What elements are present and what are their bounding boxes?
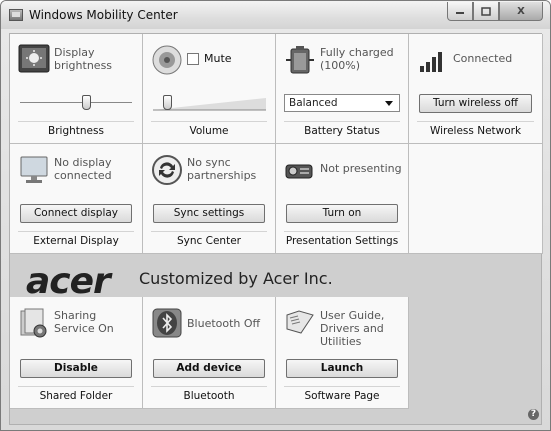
- external-display-status: No display connected: [54, 156, 112, 182]
- shared-folder-status: Sharing Service On: [54, 309, 114, 335]
- tile-sync-center: No sync partnerships Sync settings Sync …: [143, 144, 276, 254]
- wireless-status: Connected: [453, 52, 513, 65]
- close-button[interactable]: X: [499, 2, 543, 21]
- window-title: Windows Mobility Center: [29, 8, 178, 22]
- signal-bars-icon: [417, 44, 449, 76]
- title-bar[interactable]: Windows Mobility Center X: [1, 1, 550, 29]
- presentation-label: Presentation Settings: [284, 231, 400, 247]
- tile-brightness: Display brightness Brightness: [10, 34, 143, 144]
- sync-center-label: Sync Center: [151, 231, 267, 247]
- turn-on-button[interactable]: Turn on: [286, 204, 398, 223]
- sync-status: No sync partnerships: [187, 156, 257, 182]
- brightness-status: Display brightness: [54, 46, 113, 72]
- battery-label: Battery Status: [284, 121, 400, 137]
- sync-settings-button[interactable]: Sync settings: [153, 204, 265, 223]
- software-page-label: Software Page: [284, 386, 400, 402]
- tile-software-page: User Guide, Drivers and Utilities Launch…: [276, 297, 409, 409]
- software-status: User Guide, Drivers and Utilities: [320, 309, 385, 348]
- add-device-button[interactable]: Add device: [153, 359, 265, 378]
- brightness-label: Brightness: [18, 121, 134, 137]
- acer-logo: acer: [26, 261, 111, 302]
- chevron-down-icon: [385, 101, 393, 106]
- brightness-slider-track: [20, 102, 132, 103]
- acer-branding: acer Customized by Acer Inc.: [10, 261, 543, 302]
- volume-slider[interactable]: [153, 94, 266, 112]
- software-book-icon: [284, 307, 316, 339]
- caption-buttons: X: [447, 2, 543, 22]
- tile-external-display: No display connected Connect display Ext…: [10, 144, 143, 254]
- tile-bluetooth: Bluetooth Off Add device Bluetooth: [143, 297, 276, 409]
- turn-wireless-off-button[interactable]: Turn wireless off: [419, 94, 532, 113]
- help-icon[interactable]: ?: [528, 409, 539, 420]
- external-display-label: External Display: [18, 231, 134, 247]
- maximize-icon: [481, 6, 491, 16]
- disable-button[interactable]: Disable: [20, 359, 132, 378]
- battery-status: Fully charged (100%): [320, 46, 394, 72]
- speaker-icon: [151, 44, 183, 76]
- tile-battery: Fully charged (100%) Balanced Battery St…: [276, 34, 409, 144]
- minimize-icon: [456, 12, 464, 14]
- connect-display-button[interactable]: Connect display: [20, 204, 132, 223]
- tile-empty: [409, 144, 543, 254]
- mobility-center-window: Windows Mobility Center X Display bright…: [0, 0, 551, 431]
- bluetooth-icon: [151, 307, 183, 339]
- monitor-icon: [18, 154, 50, 186]
- shared-folder-icon: [18, 307, 50, 339]
- volume-slider-thumb[interactable]: [163, 95, 172, 110]
- battery-icon: [284, 44, 316, 76]
- brightness-slider-thumb[interactable]: [82, 95, 91, 110]
- power-plan-select[interactable]: Balanced: [284, 94, 400, 112]
- minimize-button[interactable]: [447, 2, 473, 21]
- projector-icon: [284, 154, 316, 186]
- tile-volume: Mute Volume: [143, 34, 276, 144]
- mute-label: Mute: [204, 52, 232, 65]
- maximize-button[interactable]: [473, 2, 499, 21]
- mobility-center-icon: [9, 9, 23, 21]
- mute-checkbox[interactable]: [187, 53, 199, 65]
- tiles-area: Display brightness Brightness Mute Volum…: [9, 33, 543, 425]
- tile-wireless: Connected Turn wireless off Wireless Net…: [409, 34, 543, 144]
- power-plan-value: Balanced: [289, 97, 338, 109]
- tile-shared-folder: Sharing Service On Disable Shared Folder: [10, 297, 143, 409]
- volume-label: Volume: [151, 121, 267, 137]
- bluetooth-label: Bluetooth: [151, 386, 267, 402]
- launch-button[interactable]: Launch: [286, 359, 398, 378]
- display-brightness-icon: [18, 44, 50, 76]
- bluetooth-status: Bluetooth Off: [187, 317, 261, 330]
- shared-folder-label: Shared Folder: [18, 386, 134, 402]
- presentation-status: Not presenting: [320, 162, 402, 175]
- wireless-label: Wireless Network: [417, 121, 534, 137]
- tile-presentation: Not presenting Turn on Presentation Sett…: [276, 144, 409, 254]
- acer-caption: Customized by Acer Inc.: [139, 269, 333, 288]
- brightness-slider[interactable]: [20, 94, 132, 112]
- sync-icon: [151, 154, 183, 186]
